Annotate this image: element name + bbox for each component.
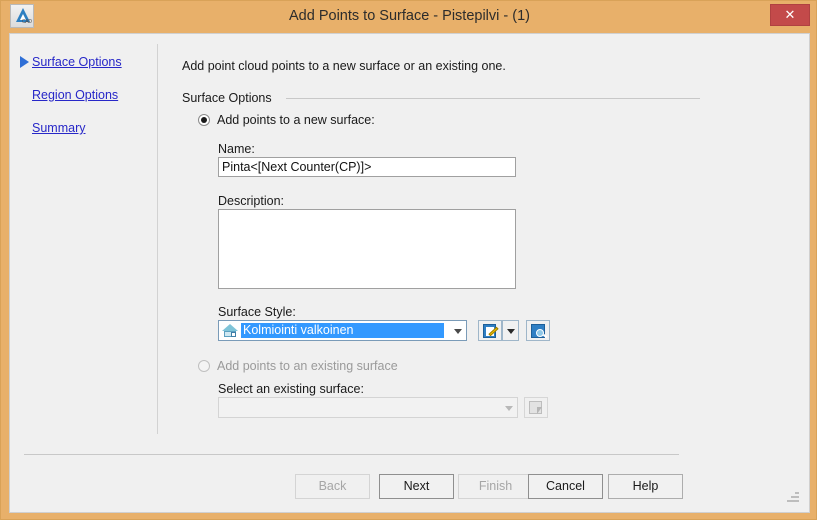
finish-button[interactable]: Finish — [458, 474, 533, 499]
back-button[interactable]: Back — [295, 474, 370, 499]
wizard-sidebar: Surface Options Region Options Summary — [10, 34, 157, 512]
cancel-button[interactable]: Cancel — [528, 474, 603, 499]
chevron-down-icon[interactable] — [454, 328, 462, 334]
radio-new-surface-indicator[interactable] — [198, 114, 210, 126]
current-step-arrow-icon — [20, 56, 29, 68]
dialog-button-row: Back Next Finish Cancel Help — [10, 474, 809, 500]
footer-divider — [24, 454, 679, 455]
title-bar: CAD Add Points to Surface - Pistepilvi -… — [1, 1, 816, 31]
radio-existing-surface-indicator — [198, 360, 210, 372]
name-input[interactable] — [218, 157, 516, 177]
surface-options-group-label: Surface Options — [182, 91, 280, 105]
description-label: Description: — [218, 194, 284, 208]
radio-existing-surface-label: Add points to an existing surface — [217, 359, 398, 373]
surface-style-icon — [222, 323, 238, 338]
radio-new-surface-label: Add points to a new surface: — [217, 113, 375, 127]
chevron-down-icon — [505, 405, 513, 411]
select-existing-surface-label: Select an existing surface: — [218, 382, 364, 396]
edit-surface-style-button[interactable] — [478, 320, 502, 341]
dialog-client-area: Surface Options Region Options Summary A… — [9, 33, 810, 513]
chevron-down-icon — [506, 328, 515, 334]
sidebar-item-region-options[interactable]: Region Options — [32, 88, 118, 102]
window-title: Add Points to Surface - Pistepilvi - (1) — [289, 8, 530, 24]
surface-style-dot-icon — [231, 332, 236, 337]
existing-surface-combobox — [218, 397, 518, 418]
surface-style-roof-icon — [222, 324, 238, 331]
next-button[interactable]: Next — [379, 474, 454, 499]
description-textarea[interactable] — [218, 209, 516, 289]
dialog-window: CAD Add Points to Surface - Pistepilvi -… — [0, 0, 817, 520]
radio-add-points-existing-surface: Add points to an existing surface — [198, 359, 398, 373]
main-pane: Add point cloud points to a new surface … — [158, 34, 809, 512]
surface-style-label: Surface Style: — [218, 305, 296, 319]
surface-style-value: Kolmiointi valkoinen — [241, 323, 444, 338]
help-button[interactable]: Help — [608, 474, 683, 499]
radio-add-points-new-surface[interactable]: Add points to a new surface: — [198, 113, 375, 127]
surface-style-combobox[interactable]: Kolmiointi valkoinen — [218, 320, 467, 341]
intro-text: Add point cloud points to a new surface … — [182, 59, 506, 73]
close-button[interactable]: ✕ — [770, 4, 810, 26]
preview-surface-style-button[interactable] — [526, 320, 550, 341]
name-label: Name: — [218, 142, 255, 156]
cursor-arrow-icon — [537, 407, 542, 414]
resize-grip[interactable] — [787, 490, 799, 502]
sidebar-item-summary[interactable]: Summary — [32, 121, 85, 135]
edit-style-dropdown-button[interactable] — [502, 320, 519, 341]
pick-existing-surface-button — [524, 397, 548, 418]
surface-options-group-rule — [286, 98, 700, 99]
sidebar-item-surface-options[interactable]: Surface Options — [32, 55, 122, 69]
